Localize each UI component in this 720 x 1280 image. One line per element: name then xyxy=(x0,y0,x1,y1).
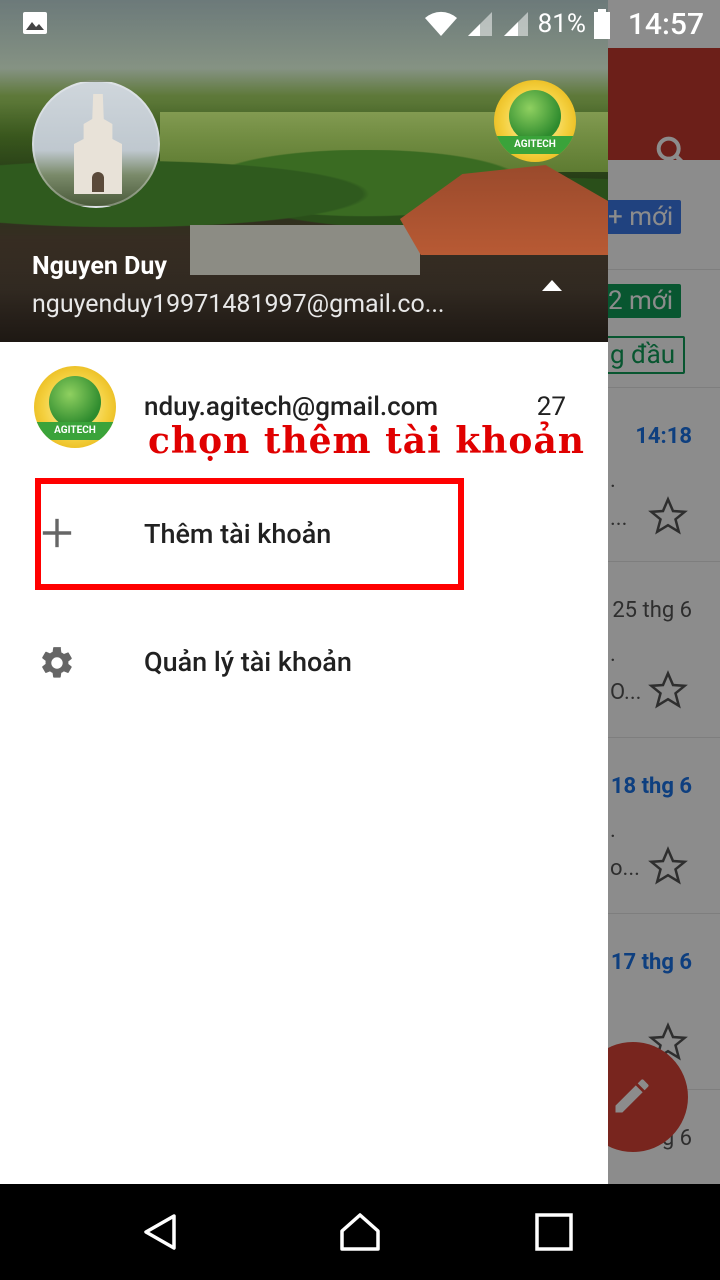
avatar[interactable] xyxy=(32,80,160,208)
account-header[interactable]: AGITECH Nguyen Duy nguyenduy19971481997@… xyxy=(0,0,608,342)
secondary-account-avatar[interactable]: AGITECH xyxy=(494,80,576,162)
navigation-drawer: AGITECH Nguyen Duy nguyenduy19971481997@… xyxy=(0,0,608,1184)
gear-icon xyxy=(42,647,72,678)
clock: 14:57 xyxy=(627,6,704,42)
account-name: Nguyen Duy xyxy=(32,252,167,281)
instruction-annotation: chọn thêm tài khoản xyxy=(148,420,585,462)
status-bar: 81% 14:57 xyxy=(0,0,720,48)
caret-up-icon[interactable] xyxy=(540,278,564,292)
battery-icon xyxy=(593,9,610,39)
logo-text: AGITECH xyxy=(34,421,116,440)
add-account-button[interactable]: Thêm tài khoản xyxy=(0,480,608,590)
logo-text: AGITECH xyxy=(494,135,576,154)
signal-icon xyxy=(503,12,528,36)
account-email: nguyenduy19971481997@gmail.co... xyxy=(32,290,445,319)
image-icon xyxy=(23,12,47,34)
account-email: nduy.agitech@gmail.com xyxy=(144,392,439,422)
signal-icon xyxy=(467,12,492,36)
back-icon[interactable] xyxy=(140,1212,180,1252)
system-navigation-bar xyxy=(0,1184,720,1280)
recent-apps-icon[interactable] xyxy=(534,1212,574,1252)
plus-icon xyxy=(42,518,72,548)
manage-accounts-label: Quản lý tài khoản xyxy=(144,646,352,678)
status-icons: 81% 14:57 xyxy=(424,0,704,48)
unread-count: 27 xyxy=(536,392,566,422)
wifi-icon xyxy=(424,11,457,37)
add-account-label: Thêm tài khoản xyxy=(144,518,332,550)
manage-accounts-button[interactable]: Quản lý tài khoản xyxy=(0,608,608,718)
battery-percent: 81% xyxy=(537,9,586,39)
account-avatar: AGITECH xyxy=(34,366,116,448)
home-icon[interactable] xyxy=(340,1212,380,1252)
